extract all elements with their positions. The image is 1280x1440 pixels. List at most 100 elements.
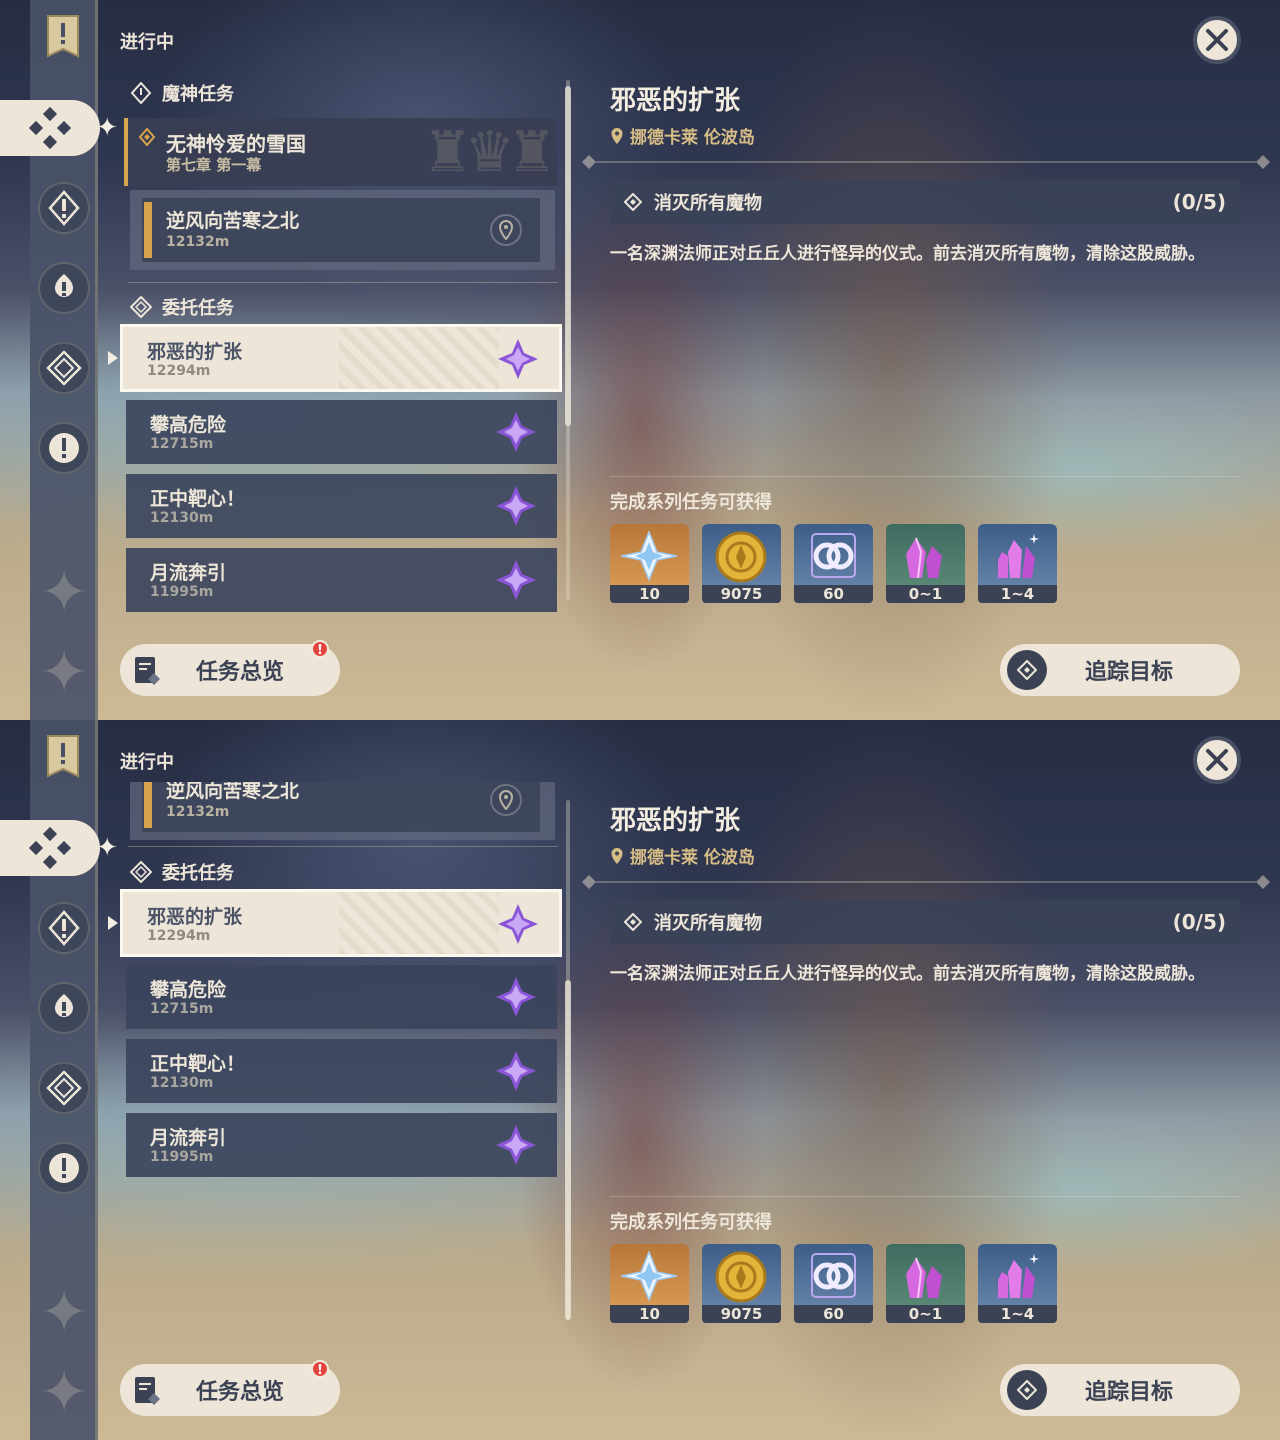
track-target-button[interactable]: 追踪目标 — [1000, 1364, 1240, 1416]
reward-item[interactable]: 10 — [610, 1244, 689, 1323]
rail-tab-commission[interactable] — [38, 1062, 90, 1114]
close-button[interactable] — [1193, 16, 1241, 64]
sub-quest-item[interactable]: 逆风向苦寒之北 12132m — [142, 198, 540, 262]
reward-item[interactable]: 0~1 — [886, 1244, 965, 1323]
close-icon — [1206, 29, 1228, 51]
category-header-commission: 委托任务 — [130, 859, 234, 885]
reward-item[interactable]: 60 — [794, 1244, 873, 1323]
quest-overview-button[interactable]: 任务总览 — [120, 644, 340, 696]
crystal-cluster-icon — [998, 1254, 1039, 1298]
world-quest-icon — [49, 1153, 79, 1183]
track-target-button[interactable]: 追踪目标 — [1000, 644, 1240, 696]
sparkle-icon: ✦ — [96, 113, 118, 143]
quest-description: 一名深渊法师正对丘丘人进行怪异的仪式。前去消灭所有魔物，清除这股威胁。 — [610, 964, 1205, 984]
quest-item[interactable]: 正中靶心！ 12130m — [126, 474, 557, 538]
archon-quest-item[interactable]: 无神怜爱的雪国 第七章 第一幕 ♜♛♜ — [124, 118, 557, 186]
reward-item[interactable]: 0~1 — [886, 524, 965, 603]
archon-quest-chapter: 第七章 第一幕 — [166, 156, 262, 174]
quest-item[interactable]: 正中靶心！ 12130m — [126, 1039, 557, 1103]
quest-item-selected[interactable]: 邪恶的扩张 12294m — [120, 889, 562, 957]
scrollbar-thumb[interactable] — [565, 980, 571, 1320]
quest-title: 邪恶的扩张 — [147, 341, 243, 363]
quest-book-icon — [135, 657, 160, 685]
category-label: 委托任务 — [162, 298, 234, 319]
archon-quest-icon — [138, 128, 156, 146]
quest-title: 正中靶心！ — [150, 488, 246, 510]
quest-location: 挪德卡莱 伦波岛 — [610, 123, 755, 148]
all-quests-icon — [28, 826, 72, 870]
reward-item[interactable]: 60 — [794, 524, 873, 603]
archon-emblem-watermark-icon: ♜♛♜ — [422, 120, 557, 185]
reward-count: 9075 — [702, 585, 781, 603]
reward-count: 1~4 — [978, 585, 1057, 603]
quest-item[interactable]: 月流奔引 11995m — [126, 1113, 557, 1177]
reward-item[interactable]: 1~4 — [978, 524, 1057, 603]
notification-badge: ! — [311, 640, 329, 658]
location-pin-icon — [611, 127, 623, 144]
rail-decoration-icon: ✦ — [39, 638, 89, 706]
rail-tab-archon[interactable] — [38, 182, 90, 234]
scrollbar-thumb[interactable] — [565, 86, 571, 426]
quest-book-icon — [135, 1377, 160, 1405]
rail-tab-archon[interactable] — [38, 902, 90, 954]
reward-item[interactable]: 10 — [610, 524, 689, 603]
location-text: 挪德卡莱 伦波岛 — [630, 848, 755, 868]
sub-quest-title: 逆风向苦寒之北 — [166, 782, 300, 802]
crystal-cluster-icon — [998, 534, 1039, 578]
rail-tab-world[interactable] — [38, 1142, 90, 1194]
reward-count: 0~1 — [886, 585, 965, 603]
quest-title: 邪恶的扩张 — [147, 906, 243, 928]
all-quests-icon — [28, 106, 72, 150]
reward-list: 10 9075 60 0~1 1~4 — [610, 524, 1057, 603]
objective-diamond-icon — [624, 193, 642, 211]
commission-quest-icon — [130, 861, 152, 883]
reward-count: 10 — [610, 585, 689, 603]
quest-overview-button[interactable]: 任务总览 — [120, 1364, 340, 1416]
quest-location: 挪德卡莱 伦波岛 — [610, 843, 755, 868]
rail-tab-story[interactable] — [38, 262, 90, 314]
objective-count: (0/5) — [1172, 190, 1226, 214]
quest-distance: 12715m — [150, 1001, 214, 1017]
close-button[interactable] — [1193, 736, 1241, 784]
commission-star-icon — [498, 904, 538, 944]
commission-star-icon — [498, 339, 538, 379]
rail-tab-story[interactable] — [38, 982, 90, 1034]
quest-item[interactable]: 攀高危险 12715m — [126, 965, 557, 1029]
sub-quest-item[interactable]: 逆风向苦寒之北 12132m — [142, 782, 540, 832]
objective-bar: 消灭所有魔物 (0/5) — [610, 900, 1240, 944]
reward-item[interactable]: 9075 — [702, 524, 781, 603]
map-pin-icon[interactable] — [490, 784, 522, 816]
rail-tab-all[interactable]: ✦ — [0, 100, 118, 156]
objective-count: (0/5) — [1172, 910, 1226, 934]
rail-tab-all[interactable]: ✦ — [0, 820, 118, 876]
quest-screen-bottom: ✦ ✦ ✦ 进行中 逆风向苦寒之北 12132m 委托任务 邪恶的扩张 1229… — [0, 720, 1280, 1440]
commission-star-icon — [496, 1051, 536, 1091]
commission-star-icon — [496, 486, 536, 526]
reward-item[interactable]: 1~4 — [978, 1244, 1057, 1323]
rail-tab-world[interactable] — [38, 422, 90, 474]
quest-distance: 11995m — [150, 1149, 214, 1165]
quest-item-selected[interactable]: 邪恶的扩张 12294m — [120, 324, 562, 392]
notification-badge: ! — [311, 1360, 329, 1378]
objective-text: 消灭所有魔物 — [654, 193, 762, 214]
reward-count: 0~1 — [886, 1305, 965, 1323]
selected-arrow-icon — [108, 916, 118, 930]
selected-arrow-icon — [108, 351, 118, 365]
mora-coin-icon — [715, 1251, 767, 1303]
quest-item[interactable]: 攀高危险 12715m — [126, 400, 557, 464]
quest-title: 攀高危险 — [150, 414, 227, 436]
rail-tab-commission[interactable] — [38, 342, 90, 394]
sub-quest-distance: 12132m — [166, 234, 230, 250]
ornament-divider — [582, 155, 1270, 169]
archon-quest-icon — [48, 910, 80, 946]
sub-quest-marker — [144, 782, 152, 828]
quest-item[interactable]: 月流奔引 11995m — [126, 548, 557, 612]
quest-title: 月流奔引 — [150, 1127, 227, 1149]
rail-decoration-icon: ✦ — [39, 1358, 89, 1426]
primogem-icon — [620, 529, 678, 583]
quest-title: 攀高危险 — [150, 979, 227, 1001]
reward-count: 60 — [794, 1305, 873, 1323]
reward-item[interactable]: 9075 — [702, 1244, 781, 1323]
divider — [128, 846, 558, 847]
map-pin-icon[interactable] — [490, 214, 522, 246]
